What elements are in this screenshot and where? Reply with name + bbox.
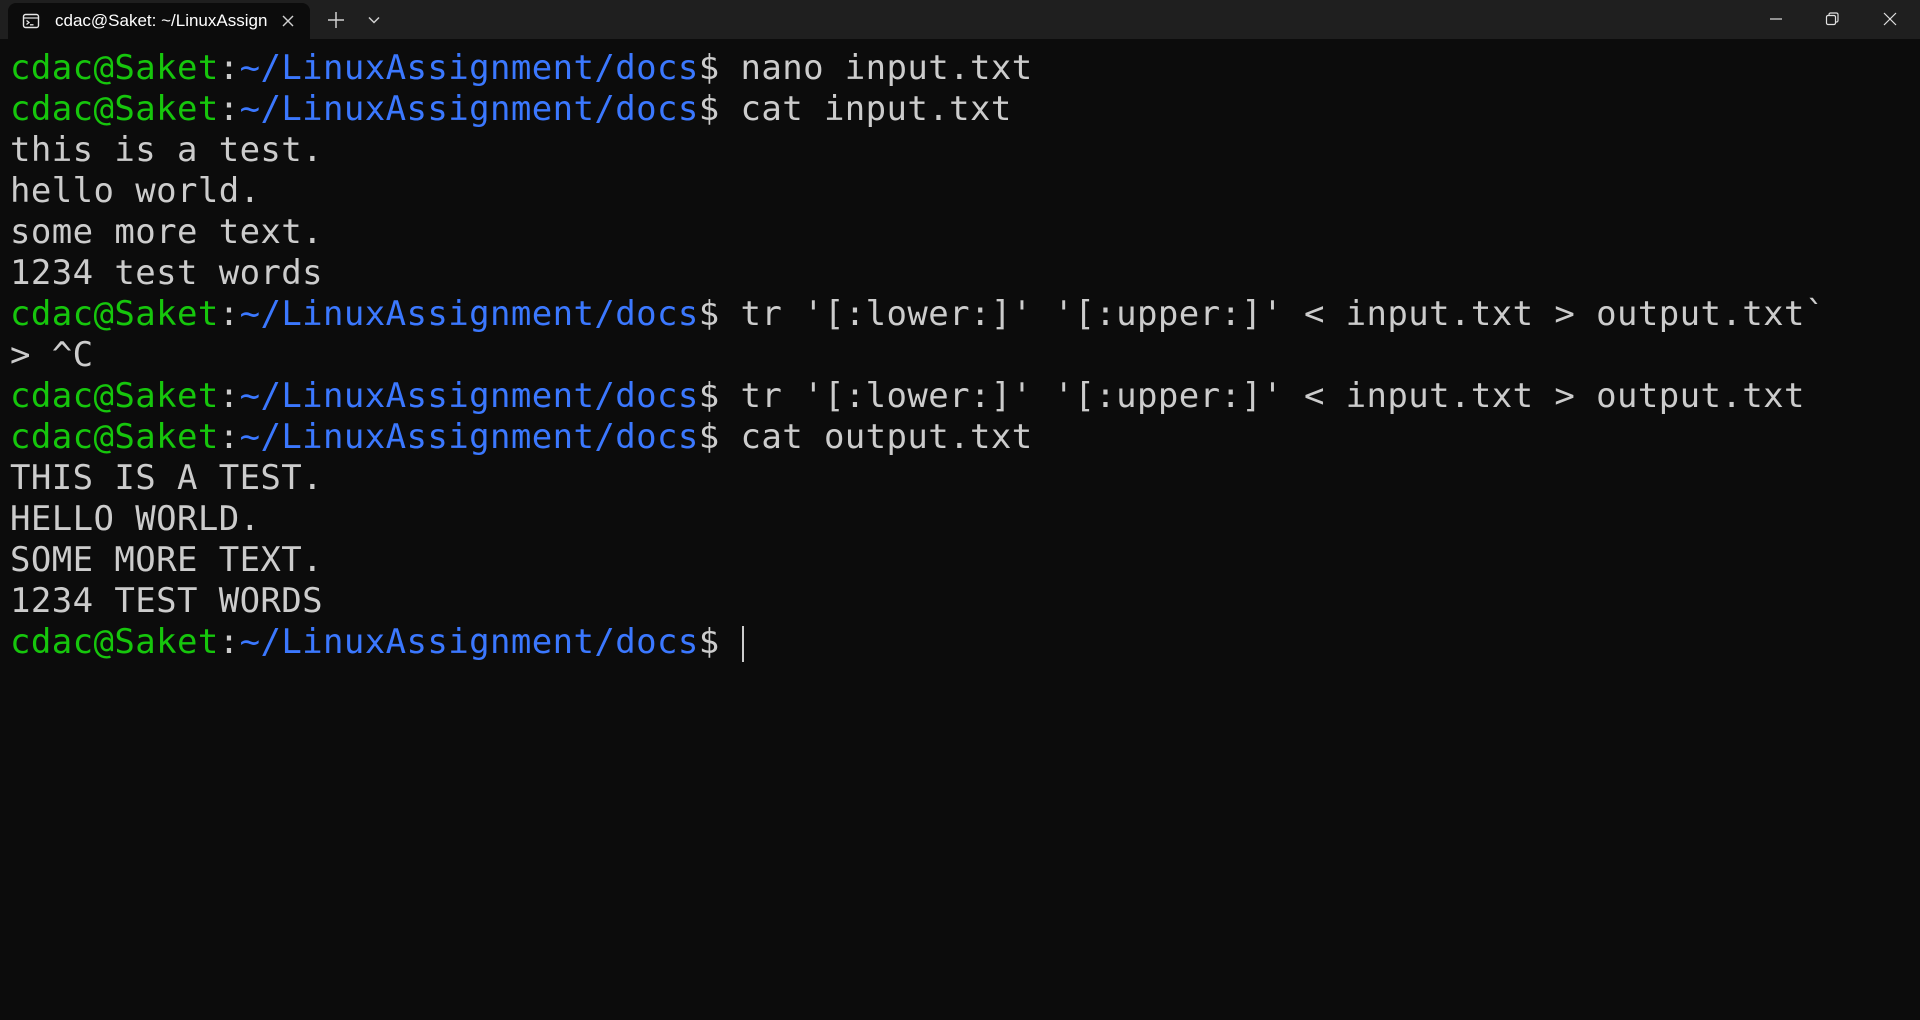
prompt-separator: : (218, 376, 240, 416)
terminal-window: cdac@Saket: ~/LinuxAssignment/docs (0, 0, 1920, 1020)
restore-button[interactable] (1804, 0, 1860, 39)
prompt-user: cdac@Saket (10, 48, 219, 88)
tab-terminal[interactable]: cdac@Saket: ~/LinuxAssignment/docs (8, 3, 310, 39)
prompt-user: cdac@Saket (10, 294, 219, 334)
title-bar[interactable]: cdac@Saket: ~/LinuxAssignment/docs (0, 0, 1920, 39)
output-line: hello world. (10, 171, 261, 211)
prompt-separator: : (218, 89, 240, 129)
command-text (720, 622, 741, 662)
prompt-line: cdac@Saket:~/LinuxAssignment/docs$ tr '[… (10, 376, 1826, 417)
prompt-user: cdac@Saket (10, 376, 219, 416)
minimize-icon (1770, 18, 1782, 20)
prompt-symbol: $ (698, 294, 720, 334)
prompt-path: ~/LinuxAssignment/docs (239, 417, 699, 457)
prompt-user: cdac@Saket (10, 89, 219, 129)
prompt-path: ~/LinuxAssignment/docs (239, 294, 699, 334)
chevron-down-icon[interactable] (364, 8, 384, 32)
output-line: THIS IS A TEST. (10, 458, 324, 498)
restore-icon (1825, 12, 1839, 26)
prompt-separator: : (218, 294, 240, 334)
terminal-output-area[interactable]: cdac@Saket:~/LinuxAssignment/docs$ nano … (0, 39, 1920, 1020)
prompt-symbol: $ (698, 89, 720, 129)
output-line: HELLO WORLD. (10, 499, 261, 539)
output-line: SOME MORE TEXT. (10, 540, 324, 580)
prompt-separator: : (218, 48, 240, 88)
prompt-path: ~/LinuxAssignment/docs (239, 376, 699, 416)
text-cursor (742, 625, 745, 662)
prompt-symbol: $ (698, 48, 720, 88)
plus-icon[interactable] (324, 8, 348, 32)
window-close-button[interactable] (1862, 0, 1918, 39)
prompt-separator: : (218, 417, 240, 457)
prompt-line: cdac@Saket:~/LinuxAssignment/docs$ nano … (10, 48, 1826, 89)
terminal-icon (22, 13, 40, 29)
prompt-user: cdac@Saket (10, 417, 219, 457)
minimize-button[interactable] (1748, 0, 1804, 39)
command-text: tr '[:lower:]' '[:upper:]' < input.txt >… (719, 376, 1805, 416)
prompt-path: ~/LinuxAssignment/docs (239, 622, 699, 662)
command-text: cat input.txt (719, 89, 1012, 129)
prompt-separator: : (218, 622, 240, 662)
close-icon[interactable] (279, 12, 297, 30)
prompt-line: cdac@Saket:~/LinuxAssignment/docs$ (10, 622, 1826, 663)
prompt-symbol: $ (698, 376, 720, 416)
prompt-line: cdac@Saket:~/LinuxAssignment/docs$ cat o… (10, 417, 1826, 458)
output-line: 1234 TEST WORDS (10, 581, 324, 621)
output-line: > ^C (10, 335, 94, 375)
prompt-line: cdac@Saket:~/LinuxAssignment/docs$ cat i… (10, 89, 1826, 130)
command-text: cat output.txt (719, 417, 1033, 457)
output-line: this is a test. (10, 130, 324, 170)
command-text: tr '[:lower:]' '[:upper:]' < input.txt >… (719, 294, 1826, 334)
prompt-line: cdac@Saket:~/LinuxAssignment/docs$ tr '[… (10, 294, 1826, 335)
prompt-path: ~/LinuxAssignment/docs (239, 48, 699, 88)
prompt-symbol: $ (698, 622, 720, 662)
terminal-lines: cdac@Saket:~/LinuxAssignment/docs$ nano … (10, 48, 1826, 663)
output-line: some more text. (10, 212, 324, 252)
output-line: 1234 test words (10, 253, 324, 293)
prompt-symbol: $ (698, 417, 720, 457)
tab-title: cdac@Saket: ~/LinuxAssignment/docs (55, 11, 268, 30)
command-text: nano input.txt (719, 48, 1033, 88)
close-icon (1883, 12, 1897, 26)
prompt-user: cdac@Saket (10, 622, 219, 662)
prompt-path: ~/LinuxAssignment/docs (239, 89, 699, 129)
